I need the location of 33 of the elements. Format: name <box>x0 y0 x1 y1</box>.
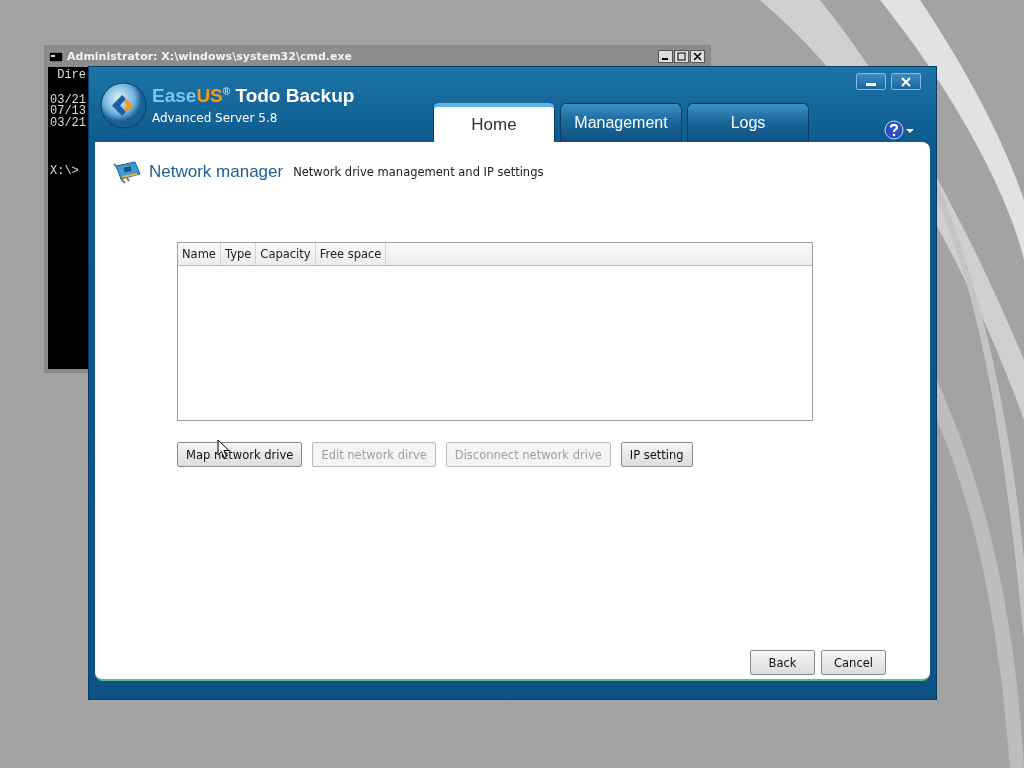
footer-button[interactable]: Cancel <box>821 650 886 675</box>
network-card-icon <box>113 160 143 184</box>
action-button[interactable]: IP setting <box>620 442 693 467</box>
column-header[interactable]: Capacity <box>256 243 316 265</box>
close-button[interactable] <box>690 50 705 63</box>
window-title: Administrator: X:\windows\system32\cmd.exe <box>67 50 352 63</box>
maximize-button[interactable] <box>674 50 689 63</box>
tab[interactable]: Home <box>433 103 555 143</box>
column-header[interactable]: Name <box>178 243 221 265</box>
app-title: EaseUS$^{®}$ Todo Backup <box>152 85 355 107</box>
minimize-button[interactable] <box>856 73 886 90</box>
column-header[interactable]: Type <box>220 243 257 265</box>
minimize-icon <box>866 82 876 86</box>
console-line: Dire <box>56 70 86 82</box>
maximize-icon <box>677 52 686 61</box>
close-button[interactable] <box>891 73 921 90</box>
console-line: 03/21 <box>50 117 86 129</box>
page-subtitle: Network drive management and IP settings <box>293 165 544 179</box>
console-line: X:\> <box>50 166 79 178</box>
console-line: 03/21 <box>50 94 86 106</box>
help-icon[interactable] <box>884 120 916 140</box>
tab[interactable]: Management <box>560 103 682 142</box>
console-icon <box>49 51 63 62</box>
footer-button[interactable]: Back <box>750 650 815 675</box>
close-icon <box>900 76 912 87</box>
logo-icon <box>100 82 147 129</box>
minimize-button[interactable] <box>658 50 673 63</box>
tab[interactable]: Logs <box>687 103 809 142</box>
column-header[interactable]: Free space <box>315 243 387 265</box>
close-icon <box>693 52 702 61</box>
edition-label: Advanced Server 5.8 <box>152 111 279 125</box>
page-title: Network manager <box>149 162 284 182</box>
console-line: 07/13 <box>50 106 86 118</box>
